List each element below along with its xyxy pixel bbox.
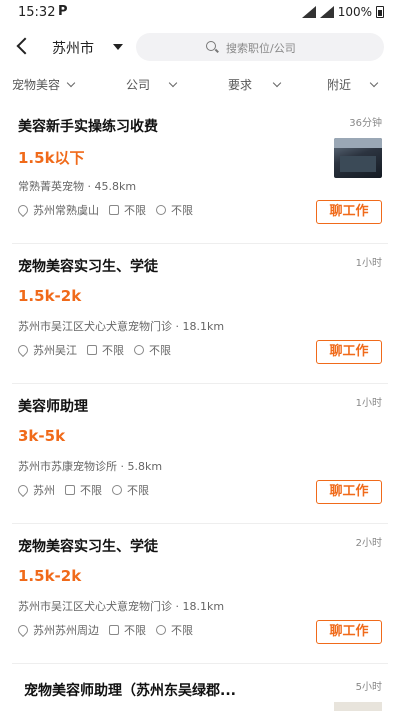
job-tags: 苏州 不限 不限 [15, 482, 159, 498]
job-salary: 3k-5k [18, 427, 66, 445]
experience-text: 不限 [80, 484, 102, 497]
job-company: 常熟菁英宠物 · 45.8km [18, 180, 137, 193]
filter-requirements[interactable]: 要求 [228, 76, 282, 93]
location-tag: 苏州吴江 [15, 342, 77, 358]
job-card[interactable]: 美容师助理 1小时 3k-5k 苏州市苏康宠物诊所 · 5.8km 苏州 不限 … [0, 384, 400, 524]
signal-icon [319, 6, 334, 18]
city-selector[interactable]: 苏州市 [52, 38, 94, 58]
job-salary: 1.5k-2k [18, 287, 82, 305]
briefcase-icon [87, 345, 97, 355]
location-icon [15, 482, 31, 498]
education-text: 不限 [171, 204, 193, 217]
experience-tag: 不限 [87, 342, 124, 358]
filter-bar: 宠物美容 公司 要求 附近 [0, 72, 400, 98]
location-tag: 苏州常熟虞山 [15, 202, 99, 218]
education-text: 不限 [171, 624, 193, 637]
filter-nearby[interactable]: 附近 [327, 76, 379, 93]
job-tags: 苏州吴江 不限 不限 [15, 342, 181, 358]
chevron-down-icon [168, 78, 178, 87]
filter-company[interactable]: 公司 [126, 76, 178, 93]
job-posted-time: 5小时 [355, 682, 382, 693]
chevron-down-icon [369, 78, 379, 87]
filter-label: 附近 [327, 78, 352, 92]
location-icon [15, 202, 31, 218]
search-icon [206, 41, 216, 51]
filter-label: 宠物美容 [12, 78, 61, 92]
education-text: 不限 [127, 484, 149, 497]
caret-down-icon[interactable] [113, 44, 123, 50]
app-notification-icon: P [58, 4, 68, 19]
battery-icon [376, 6, 384, 18]
job-posted-time: 2小时 [355, 538, 382, 549]
location-text: 苏州苏州周边 [33, 624, 99, 637]
briefcase-icon [65, 485, 75, 495]
location-text: 苏州常熟虞山 [33, 204, 99, 217]
job-title: 宠物美容师助理（苏州东吴绿郡... [24, 683, 236, 699]
job-salary: 1.5k以下 [18, 149, 85, 167]
location-tag: 苏州 [15, 482, 55, 498]
job-company: 苏州市吴江区犬心犬意宠物门诊 · 18.1km [18, 600, 225, 613]
job-title: 宠物美容实习生、学徒 [18, 539, 158, 555]
graduation-cap-icon [112, 485, 122, 495]
experience-text: 不限 [102, 344, 124, 357]
briefcase-icon [109, 205, 119, 215]
education-text: 不限 [149, 344, 171, 357]
job-card[interactable]: 宠物美容师助理（苏州东吴绿郡... 5小时 [0, 664, 400, 711]
job-company: 苏州市吴江区犬心犬意宠物门诊 · 18.1km [18, 320, 225, 333]
education-tag: 不限 [156, 622, 193, 638]
signal-icon [301, 6, 316, 18]
education-tag: 不限 [112, 482, 149, 498]
chevron-down-icon [66, 78, 76, 87]
experience-text: 不限 [124, 204, 146, 217]
chat-button[interactable]: 聊工作 [316, 480, 382, 504]
education-tag: 不限 [134, 342, 171, 358]
job-posted-time: 1小时 [355, 398, 382, 409]
filter-label: 要求 [228, 78, 253, 92]
education-tag: 不限 [156, 202, 193, 218]
chevron-down-icon [272, 78, 282, 87]
location-text: 苏州 [33, 484, 55, 497]
location-icon [15, 622, 31, 638]
back-icon[interactable] [12, 34, 36, 58]
experience-tag: 不限 [109, 622, 146, 638]
location-text: 苏州吴江 [33, 344, 77, 357]
job-title: 宠物美容实习生、学徒 [18, 259, 158, 275]
job-card[interactable]: 美容新手实操练习收费 36分钟 1.5k以下 常熟菁英宠物 · 45.8km 苏… [0, 104, 400, 244]
battery-level: 100% [337, 5, 372, 19]
experience-tag: 不限 [109, 202, 146, 218]
chat-button[interactable]: 聊工作 [316, 620, 382, 644]
job-posted-time: 36分钟 [349, 118, 382, 129]
filter-label: 公司 [126, 78, 151, 92]
experience-text: 不限 [124, 624, 146, 637]
experience-tag: 不限 [65, 482, 102, 498]
status-time: 15:32 [18, 5, 56, 20]
status-right: 100% [301, 5, 384, 19]
job-title: 美容师助理 [18, 399, 88, 415]
top-bar: 苏州市 搜索职位/公司 [0, 28, 400, 66]
job-card[interactable]: 宠物美容实习生、学徒 2小时 1.5k-2k 苏州市吴江区犬心犬意宠物门诊 · … [0, 524, 400, 664]
search-placeholder: 搜索职位/公司 [226, 42, 296, 55]
job-tags: 苏州常熟虞山 不限 不限 [15, 202, 203, 218]
filter-category[interactable]: 宠物美容 [12, 76, 76, 93]
chat-button[interactable]: 聊工作 [316, 340, 382, 364]
briefcase-icon [109, 625, 119, 635]
search-input[interactable]: 搜索职位/公司 [136, 33, 384, 61]
job-title: 美容新手实操练习收费 [18, 119, 158, 135]
graduation-cap-icon [134, 345, 144, 355]
job-posted-time: 1小时 [355, 258, 382, 269]
chat-button[interactable]: 聊工作 [316, 200, 382, 224]
job-company: 苏州市苏康宠物诊所 · 5.8km [18, 460, 163, 473]
job-tags: 苏州苏州周边 不限 不限 [15, 622, 203, 638]
job-salary: 1.5k-2k [18, 567, 82, 585]
status-bar: 15:32 P 100% [0, 0, 400, 26]
graduation-cap-icon [156, 205, 166, 215]
graduation-cap-icon [156, 625, 166, 635]
job-thumbnail [334, 138, 382, 178]
location-tag: 苏州苏州周边 [15, 622, 99, 638]
location-icon [15, 342, 31, 358]
job-card[interactable]: 宠物美容实习生、学徒 1小时 1.5k-2k 苏州市吴江区犬心犬意宠物门诊 · … [0, 244, 400, 384]
job-thumbnail [334, 702, 382, 711]
